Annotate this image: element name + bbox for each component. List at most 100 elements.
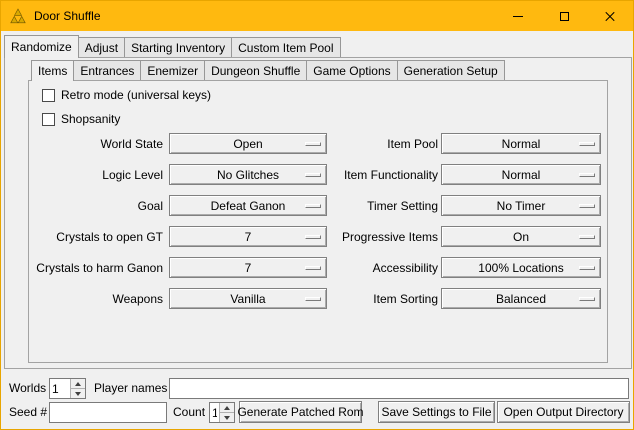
field-label: Item Functionality: [301, 168, 438, 182]
field-label: Crystals to open GT: [31, 230, 163, 244]
item-pool-dropdown[interactable]: Normal: [441, 133, 601, 154]
primary-tab-bar: Randomize Adjust Starting Inventory Cust…: [4, 34, 340, 57]
dropdown-indicator-icon: [579, 235, 595, 239]
worlds-label: Worlds: [9, 378, 46, 399]
options-column-right: Item Pool Normal Item Functionality Norm…: [301, 133, 601, 319]
options-column-left: World State Open Logic Level No Glitches…: [31, 133, 327, 319]
field-label: Accessibility: [301, 261, 438, 275]
dropdown-value: Normal: [502, 137, 541, 151]
app-window: Door Shuffle Randomize Adjust Starting I…: [0, 0, 634, 430]
worlds-spinner[interactable]: [49, 378, 86, 399]
field-label: Goal: [31, 199, 163, 213]
open-output-directory-button[interactable]: Open Output Directory: [497, 401, 630, 423]
spinner-up-button[interactable]: [71, 379, 85, 388]
dropdown-value: Open: [233, 137, 262, 151]
checkbox-label: Retro mode (universal keys): [61, 88, 211, 102]
field-world-state: World State Open: [31, 133, 327, 154]
field-label: Timer Setting: [301, 199, 438, 213]
maximize-icon: [560, 12, 569, 21]
checkbox-box[interactable]: [42, 113, 55, 126]
dropdown-value: Defeat Ganon: [211, 199, 286, 213]
timer-setting-dropdown[interactable]: No Timer: [441, 195, 601, 216]
spinner-down-button[interactable]: [71, 388, 85, 398]
item-functionality-dropdown[interactable]: Normal: [441, 164, 601, 185]
retro-mode-checkbox[interactable]: Retro mode (universal keys): [42, 88, 211, 102]
close-button[interactable]: [587, 1, 633, 31]
dropdown-value: Normal: [502, 168, 541, 182]
field-label: Item Pool: [301, 137, 438, 151]
spinner-down-icon: [224, 416, 230, 420]
field-item-sorting: Item Sorting Balanced: [301, 288, 601, 309]
dropdown-indicator-icon: [579, 297, 595, 301]
spinner-up-icon: [75, 382, 81, 386]
field-progressive-items: Progressive Items On: [301, 226, 601, 247]
player-names-label: Player names: [94, 378, 167, 399]
spinner-arrows: [70, 379, 85, 398]
field-weapons: Weapons Vanilla: [31, 288, 327, 309]
secondary-tab-bar: Items Entrances Enemizer Dungeon Shuffle…: [31, 59, 504, 80]
dropdown-value: No Timer: [497, 199, 546, 213]
tab-label: Enemizer: [147, 64, 198, 78]
count-spinner[interactable]: [209, 402, 235, 423]
field-label: Progressive Items: [301, 230, 438, 244]
tab-label: Custom Item Pool: [238, 41, 333, 55]
triforce-icon: [10, 8, 26, 24]
tab-generation-setup[interactable]: Generation Setup: [397, 60, 505, 80]
tab-custom-item-pool[interactable]: Custom Item Pool: [231, 37, 340, 57]
tab-adjust[interactable]: Adjust: [78, 37, 125, 57]
field-label: Weapons: [31, 292, 163, 306]
seed-label: Seed #: [9, 402, 47, 423]
field-label: Crystals to harm Ganon: [31, 261, 163, 275]
item-sorting-dropdown[interactable]: Balanced: [441, 288, 601, 309]
dropdown-indicator-icon: [579, 142, 595, 146]
field-label: World State: [31, 137, 163, 151]
spinner-down-icon: [75, 392, 81, 396]
field-logic-level: Logic Level No Glitches: [31, 164, 327, 185]
generate-patched-rom-button[interactable]: Generate Patched Rom: [239, 401, 362, 423]
tab-dungeon-shuffle[interactable]: Dungeon Shuffle: [204, 60, 307, 80]
checkbox-label: Shopsanity: [61, 112, 120, 126]
field-accessibility: Accessibility 100% Locations: [301, 257, 601, 278]
tab-entrances[interactable]: Entrances: [73, 60, 141, 80]
seed-input[interactable]: [49, 402, 167, 423]
tab-label: Generation Setup: [404, 64, 498, 78]
minimize-icon: [513, 16, 523, 17]
tab-starting-inventory[interactable]: Starting Inventory: [124, 37, 232, 57]
maximize-button[interactable]: [541, 1, 587, 31]
save-settings-button[interactable]: Save Settings to File: [378, 401, 495, 423]
field-label: Item Sorting: [301, 292, 438, 306]
tab-enemizer[interactable]: Enemizer: [140, 60, 205, 80]
window-title: Door Shuffle: [34, 9, 495, 23]
count-spinner-value[interactable]: [210, 403, 219, 422]
tab-randomize[interactable]: Randomize: [4, 35, 79, 58]
field-crystals-ganon: Crystals to harm Ganon 7: [31, 257, 327, 278]
worlds-spinner-value[interactable]: [50, 379, 70, 398]
progressive-items-dropdown[interactable]: On: [441, 226, 601, 247]
player-names-input[interactable]: [169, 378, 629, 399]
spinner-up-icon: [224, 406, 230, 410]
shopsanity-checkbox[interactable]: Shopsanity: [42, 112, 120, 126]
minimize-button[interactable]: [495, 1, 541, 31]
field-item-pool: Item Pool Normal: [301, 133, 601, 154]
dropdown-value: 7: [245, 261, 252, 275]
accessibility-dropdown[interactable]: 100% Locations: [441, 257, 601, 278]
dropdown-indicator-icon: [579, 173, 595, 177]
dropdown-value: Vanilla: [230, 292, 265, 306]
dropdown-value: 7: [245, 230, 252, 244]
title-bar: Door Shuffle: [1, 1, 633, 31]
count-label: Count: [173, 402, 205, 423]
field-timer-setting: Timer Setting No Timer: [301, 195, 601, 216]
dropdown-value: Balanced: [496, 292, 546, 306]
field-label: Logic Level: [31, 168, 163, 182]
tab-items[interactable]: Items: [31, 60, 74, 81]
tab-label: Randomize: [11, 40, 72, 54]
spinner-up-button[interactable]: [220, 403, 234, 412]
tab-label: Game Options: [313, 64, 390, 78]
tab-game-options[interactable]: Game Options: [306, 60, 397, 80]
dropdown-value: 100% Locations: [478, 261, 563, 275]
dropdown-indicator-icon: [579, 204, 595, 208]
tab-label: Dungeon Shuffle: [211, 64, 300, 78]
checkbox-box[interactable]: [42, 89, 55, 102]
field-item-functionality: Item Functionality Normal: [301, 164, 601, 185]
spinner-down-button[interactable]: [220, 412, 234, 422]
